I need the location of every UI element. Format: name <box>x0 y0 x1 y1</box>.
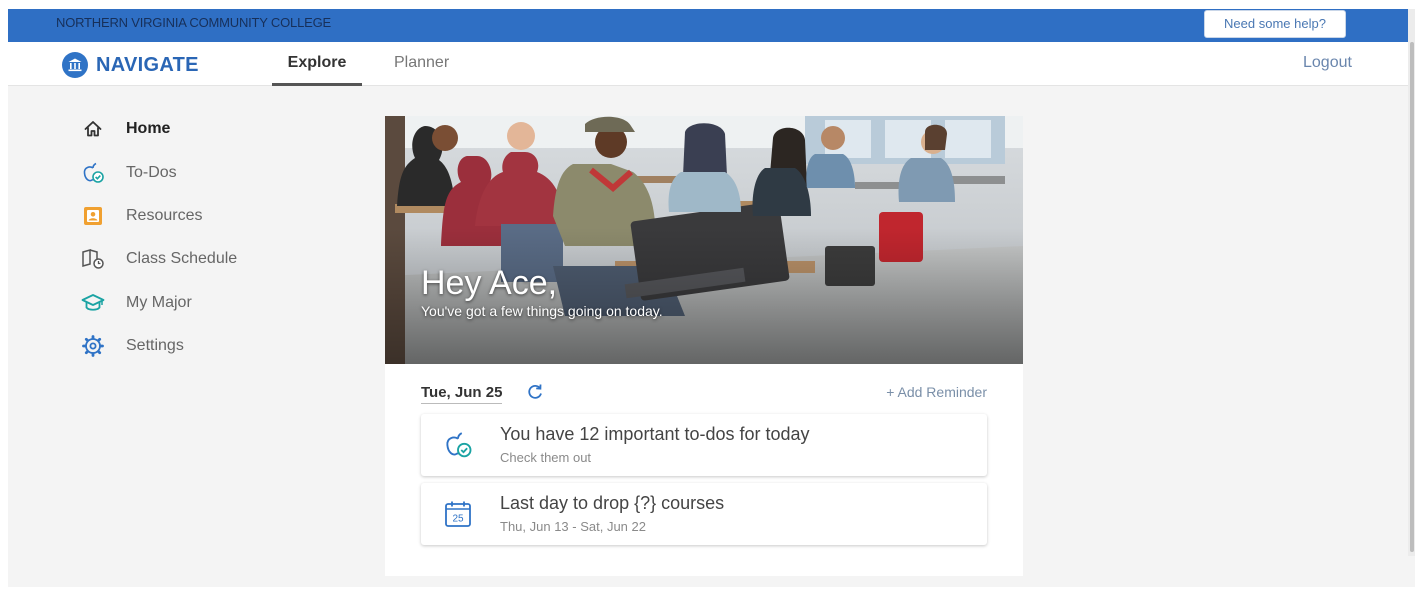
sidebar-item-home[interactable]: Home <box>80 114 170 144</box>
main-nav: NAVIGATE Explore Planner Logout <box>8 42 1415 86</box>
hero-greeting: Hey Ace, <box>421 264 558 302</box>
sidebar-item-label: Class Schedule <box>126 250 238 267</box>
dashboard-card: Hey Ace, You've got a few things going o… <box>385 116 1023 576</box>
help-button[interactable]: Need some help? <box>1204 10 1346 38</box>
college-name: NORTHERN VIRGINIA COMMUNITY COLLEGE <box>56 15 331 30</box>
navigate-logo[interactable]: NAVIGATE <box>62 52 199 78</box>
scrollbar-thumb[interactable] <box>1410 42 1414 552</box>
sidebar-item-label: Settings <box>126 337 184 354</box>
add-reminder-link[interactable]: + Add Reminder <box>886 384 987 400</box>
sidebar-item-label: Home <box>126 120 171 137</box>
brand-name: NAVIGATE <box>96 53 199 76</box>
institution-icon <box>62 52 88 78</box>
calendar-icon: 25 <box>443 499 473 529</box>
hero-image: Hey Ace, You've got a few things going o… <box>385 116 1023 364</box>
sidebar-item-my-major[interactable]: My Major <box>80 288 192 318</box>
sidebar-item-class-schedule[interactable]: Class Schedule <box>80 244 237 274</box>
sidebar-item-label: My Major <box>126 294 192 311</box>
agenda-item-title: Last day to drop {?} courses <box>500 493 725 513</box>
agenda-date: Tue, Jun 25 <box>421 384 503 404</box>
tab-planner[interactable]: Planner <box>394 42 449 86</box>
sidebar-item-resources[interactable]: Resources <box>80 201 202 231</box>
class-schedule-icon <box>80 246 106 272</box>
resources-icon <box>80 203 106 229</box>
gear-icon <box>80 333 106 359</box>
refresh-icon[interactable] <box>525 382 545 402</box>
top-banner: NORTHERN VIRGINIA COMMUNITY COLLEGE Need… <box>8 9 1415 42</box>
sidebar-item-settings[interactable]: Settings <box>80 331 184 361</box>
hero-subtitle: You've got a few things going on today. <box>421 303 663 319</box>
agenda-item-subtitle: Thu, Jun 13 - Sat, Jun 22 <box>500 519 646 534</box>
graduation-cap-icon <box>80 290 106 316</box>
agenda-header: Tue, Jun 25 + Add Reminder <box>421 384 987 408</box>
tab-explore[interactable]: Explore <box>272 42 362 86</box>
home-icon <box>80 116 106 142</box>
calendar-day-number: 25 <box>452 514 464 525</box>
sidebar-item-label: Resources <box>126 207 203 224</box>
agenda-item-title: You have 12 important to-dos for today <box>500 424 810 444</box>
apple-check-icon <box>443 430 473 460</box>
logout-link[interactable]: Logout <box>1303 54 1352 72</box>
agenda-item-subtitle: Check them out <box>500 450 592 465</box>
app-frame: NORTHERN VIRGINIA COMMUNITY COLLEGE Need… <box>8 9 1415 587</box>
classroom-photo <box>385 116 1023 364</box>
sidebar-item-todos[interactable]: To-Dos <box>80 158 177 188</box>
agenda-item-todos[interactable]: You have 12 important to-dos for today C… <box>421 414 987 476</box>
sidebar-item-label: To-Dos <box>126 164 177 181</box>
agenda-item-drop-deadline[interactable]: 25 Last day to drop {?} courses Thu, Jun… <box>421 483 987 545</box>
apple-check-icon <box>80 160 106 186</box>
